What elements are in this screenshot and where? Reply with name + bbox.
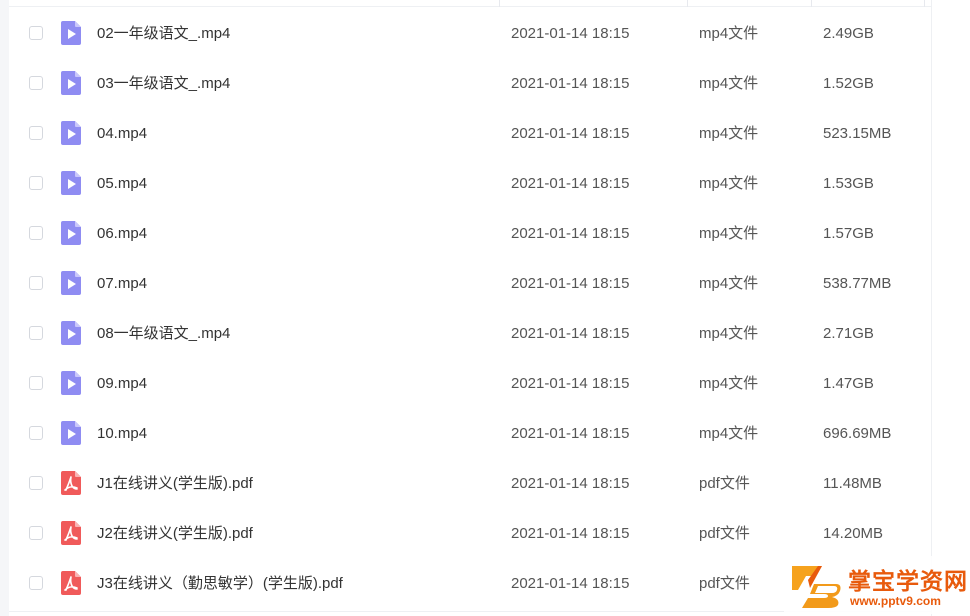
file-list: 02一年级语文_.mp4 2021-01-14 18:15 mp4文件 2.49GB 0…	[9, 9, 932, 609]
row-checkbox[interactable]	[29, 526, 43, 540]
video-file-icon	[61, 71, 81, 95]
column-divider-size[interactable]	[811, 0, 812, 7]
column-divider-type[interactable]	[687, 0, 688, 7]
video-file-icon	[61, 371, 81, 395]
file-row[interactable]: 02一年级语文_.mp4 2021-01-14 18:15 mp4文件 2.49GB	[9, 9, 932, 59]
row-checkbox[interactable]	[29, 426, 43, 440]
file-size: 11.48MB	[823, 475, 882, 492]
column-divider-end[interactable]	[924, 0, 925, 7]
file-row[interactable]: J2在线讲义(学生版).pdf 2021-01-14 18:15 pdf文件 14.2…	[9, 509, 932, 559]
file-row[interactable]: J1在线讲义(学生版).pdf 2021-01-14 18:15 pdf文件 11.4…	[9, 459, 932, 509]
file-name[interactable]: 09.mp4	[97, 359, 147, 409]
file-date: 2021-01-14 18:15	[511, 225, 630, 242]
file-type: mp4文件	[699, 425, 759, 442]
file-size: 1.53GB	[823, 175, 874, 192]
file-type: mp4文件	[699, 125, 759, 142]
file-date: 2021-01-14 18:15	[511, 425, 630, 442]
watermark-title: 掌宝学资网	[848, 568, 968, 594]
row-checkbox[interactable]	[29, 276, 43, 290]
video-file-icon	[61, 121, 81, 145]
file-name[interactable]: 07.mp4	[97, 259, 147, 309]
left-panel-edge	[0, 0, 9, 616]
file-name[interactable]: 02一年级语文_.mp4	[97, 9, 230, 59]
scrollbar-track[interactable]	[931, 0, 970, 616]
row-checkbox[interactable]	[29, 176, 43, 190]
row-checkbox[interactable]	[29, 376, 43, 390]
file-date: 2021-01-14 18:15	[511, 575, 630, 592]
watermark-url: www.pptv9.com	[850, 594, 941, 608]
file-name[interactable]: J1在线讲义(学生版).pdf	[97, 459, 253, 509]
header-divider	[9, 6, 932, 7]
pdf-file-icon	[61, 521, 81, 545]
file-row[interactable]: 04.mp4 2021-01-14 18:15 mp4文件 523.15MB	[9, 109, 932, 159]
file-size: 1.52GB	[823, 75, 874, 92]
file-date: 2021-01-14 18:15	[511, 475, 630, 492]
file-size: 538.77MB	[823, 275, 892, 292]
file-type: mp4文件	[699, 75, 759, 92]
file-type: mp4文件	[699, 175, 759, 192]
file-size: 1.47GB	[823, 375, 874, 392]
file-type: mp4文件	[699, 325, 759, 342]
file-type: pdf文件	[699, 575, 750, 592]
video-file-icon	[61, 21, 81, 45]
file-row[interactable]: 09.mp4 2021-01-14 18:15 mp4文件 1.47GB	[9, 359, 932, 409]
file-date: 2021-01-14 18:15	[511, 325, 630, 342]
pdf-file-icon	[61, 571, 81, 595]
video-file-icon	[61, 171, 81, 195]
file-type: pdf文件	[699, 475, 750, 492]
video-file-icon	[61, 321, 81, 345]
file-row[interactable]: 07.mp4 2021-01-14 18:15 mp4文件 538.77MB	[9, 259, 932, 309]
file-name[interactable]: 08一年级语文_.mp4	[97, 309, 230, 359]
file-size: 14.20MB	[823, 525, 884, 542]
row-checkbox[interactable]	[29, 576, 43, 590]
column-divider-date[interactable]	[499, 0, 500, 7]
file-type: mp4文件	[699, 375, 759, 392]
file-row[interactable]: 08一年级语文_.mp4 2021-01-14 18:15 mp4文件 2.71GB	[9, 309, 932, 359]
file-name[interactable]: 05.mp4	[97, 159, 147, 209]
file-name[interactable]: 03一年级语文_.mp4	[97, 59, 230, 109]
file-name[interactable]: 04.mp4	[97, 109, 147, 159]
pdf-file-icon	[61, 471, 81, 495]
file-date: 2021-01-14 18:15	[511, 125, 630, 142]
watermark-logo-icon	[792, 566, 841, 608]
row-checkbox[interactable]	[29, 476, 43, 490]
row-checkbox[interactable]	[29, 26, 43, 40]
watermark: 掌宝学资网 www.pptv9.com	[784, 556, 970, 614]
file-date: 2021-01-14 18:15	[511, 525, 630, 542]
file-name[interactable]: 06.mp4	[97, 209, 147, 259]
file-type: mp4文件	[699, 275, 759, 292]
file-date: 2021-01-14 18:15	[511, 375, 630, 392]
file-row[interactable]: 10.mp4 2021-01-14 18:15 mp4文件 696.69MB	[9, 409, 932, 459]
file-row[interactable]: 06.mp4 2021-01-14 18:15 mp4文件 1.57GB	[9, 209, 932, 259]
file-date: 2021-01-14 18:15	[511, 175, 630, 192]
file-name[interactable]: J3在线讲义（勤思敏学）(学生版).pdf	[97, 559, 343, 609]
file-type: pdf文件	[699, 525, 750, 542]
file-type: mp4文件	[699, 25, 759, 42]
video-file-icon	[61, 221, 81, 245]
file-date: 2021-01-14 18:15	[511, 25, 630, 42]
file-type: mp4文件	[699, 225, 759, 242]
file-row[interactable]: 03一年级语文_.mp4 2021-01-14 18:15 mp4文件 1.52GB	[9, 59, 932, 109]
file-size: 2.49GB	[823, 25, 874, 42]
video-file-icon	[61, 421, 81, 445]
file-size: 696.69MB	[823, 425, 892, 442]
video-file-icon	[61, 271, 81, 295]
row-checkbox[interactable]	[29, 326, 43, 340]
row-checkbox[interactable]	[29, 226, 43, 240]
file-list-page: 02一年级语文_.mp4 2021-01-14 18:15 mp4文件 2.49GB 0…	[0, 0, 970, 616]
file-row[interactable]: 05.mp4 2021-01-14 18:15 mp4文件 1.53GB	[9, 159, 932, 209]
file-name[interactable]: 10.mp4	[97, 409, 147, 459]
file-date: 2021-01-14 18:15	[511, 75, 630, 92]
file-size: 2.71GB	[823, 325, 874, 342]
file-date: 2021-01-14 18:15	[511, 275, 630, 292]
row-checkbox[interactable]	[29, 76, 43, 90]
row-checkbox[interactable]	[29, 126, 43, 140]
file-name[interactable]: J2在线讲义(学生版).pdf	[97, 509, 253, 559]
file-size: 523.15MB	[823, 125, 892, 142]
file-size: 1.57GB	[823, 225, 874, 242]
